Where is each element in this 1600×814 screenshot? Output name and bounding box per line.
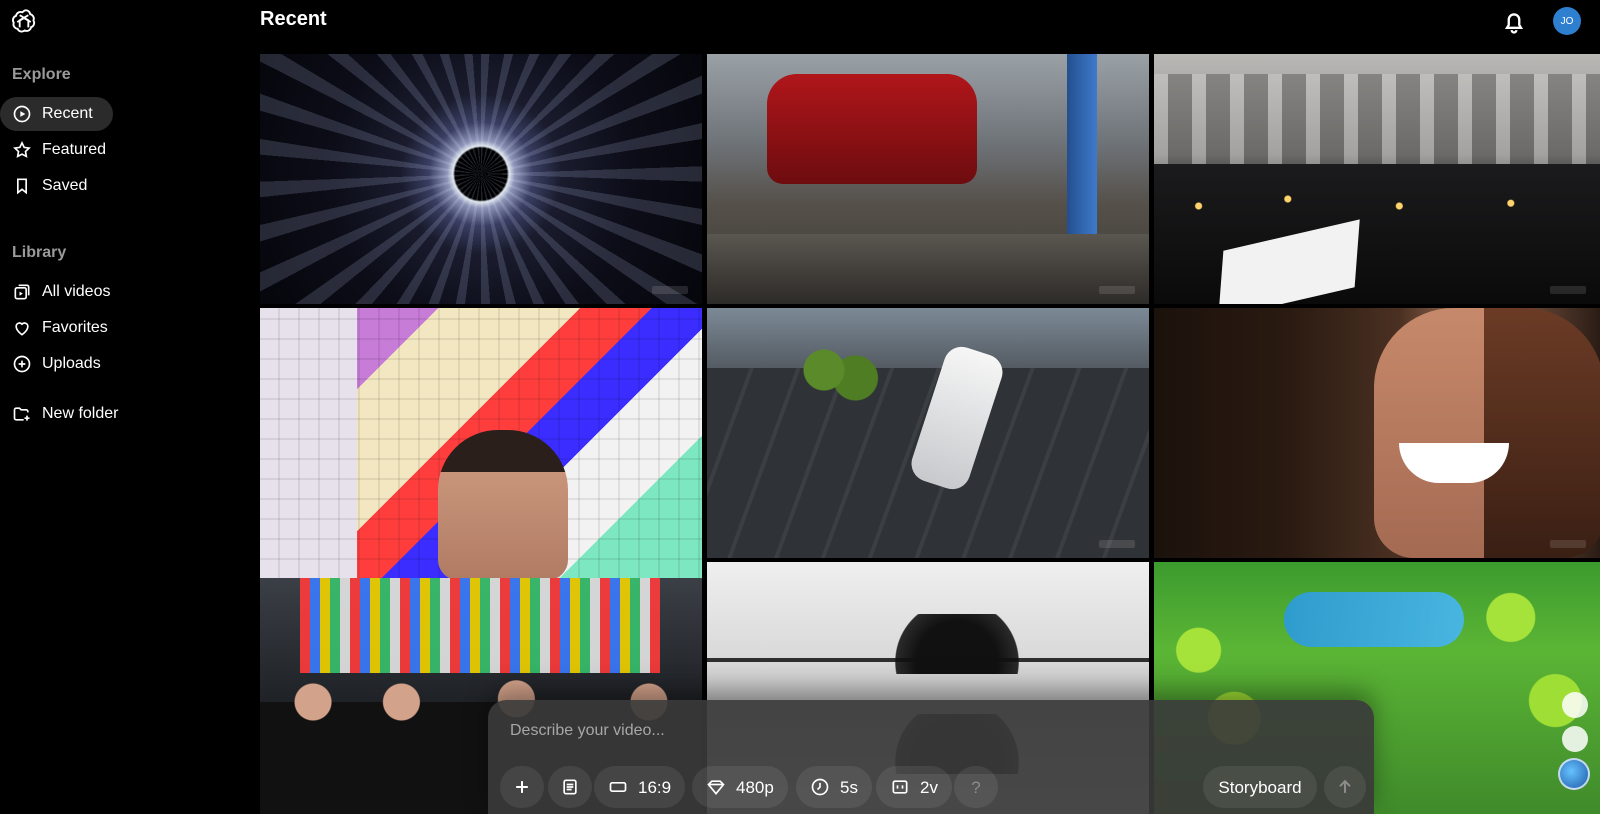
avatar-initials: JO — [1560, 15, 1574, 27]
thumbnail-image — [767, 74, 977, 184]
sidebar-item-new-folder[interactable]: New folder — [0, 397, 140, 431]
page-title: Recent — [260, 8, 327, 30]
sidebar-item-label: Uploads — [42, 355, 101, 372]
variations-value: 2v — [920, 777, 938, 797]
thumbnail-image — [260, 54, 702, 304]
help-button[interactable]: ? — [954, 766, 998, 808]
variations-icon — [892, 780, 908, 794]
aspect-ratio-button[interactable]: 16:9 — [594, 766, 686, 808]
aspect-ratio-value: 16:9 — [638, 777, 672, 797]
play-circle-icon — [13, 105, 31, 123]
sidebar-item-label: Featured — [42, 141, 107, 158]
watermark — [1099, 286, 1135, 294]
sidebar-item-label: Saved — [42, 177, 88, 194]
sidebar-item-saved[interactable]: Saved — [0, 169, 113, 203]
watermark — [1099, 540, 1135, 548]
app-logo-icon[interactable] — [10, 8, 38, 36]
videos-stack-icon — [14, 284, 30, 300]
thumbnail-image — [438, 430, 568, 578]
video-tile-protest-crowd[interactable] — [1154, 54, 1600, 304]
resolution-button[interactable]: 480p — [692, 766, 788, 808]
resolution-value: 480p — [736, 777, 774, 797]
arrow-up-icon — [1339, 779, 1351, 793]
prompt-input[interactable] — [510, 720, 1270, 742]
thumbnail-image — [707, 234, 1149, 304]
library-section-label: Library — [12, 244, 67, 261]
thumbnail-image — [707, 658, 1149, 662]
diamond-icon — [707, 780, 725, 795]
plus-circle-icon — [13, 355, 31, 373]
prompt-composer: 16:9 480p 5s 2v ? Storyboard — [488, 700, 1374, 814]
duration-button[interactable]: 5s — [796, 766, 872, 808]
video-tile-garage-car[interactable] — [707, 54, 1149, 304]
clock-icon — [811, 778, 829, 796]
duration-value: 5s — [840, 777, 858, 797]
folder-plus-icon — [13, 407, 30, 421]
help-icon: ? — [971, 777, 981, 797]
heart-icon — [15, 322, 29, 336]
thumbnail-image — [1484, 308, 1600, 558]
variations-button[interactable]: 2v — [876, 766, 952, 808]
plus-icon — [516, 781, 528, 793]
watermark — [1550, 540, 1586, 548]
video-tile-glitch-man[interactable] — [260, 308, 702, 578]
sidebar-item-favorites[interactable]: Favorites — [0, 311, 113, 345]
watermark — [652, 286, 688, 294]
thumbnail-image — [867, 614, 1047, 674]
explore-section-label: Explore — [12, 66, 71, 83]
video-tile-smiling-woman[interactable] — [1154, 308, 1600, 558]
overlay-rabbit-icon — [1562, 726, 1588, 752]
app-window: Explore Recent Featured Saved Library Al… — [0, 0, 1600, 814]
aspect-ratio-icon — [609, 782, 627, 792]
overlay-figure-icon — [1562, 692, 1588, 718]
sidebar-item-uploads[interactable]: Uploads — [0, 347, 113, 381]
globe-icon — [1558, 758, 1590, 790]
storyboard-button[interactable]: Storyboard — [1203, 766, 1317, 808]
sidebar-item-label: Recent — [42, 105, 93, 122]
bookmark-icon — [17, 178, 27, 195]
sidebar-item-recent[interactable]: Recent — [0, 97, 113, 131]
avatar[interactable]: JO — [1553, 7, 1581, 35]
thumbnail-image — [797, 338, 887, 418]
storyboard-label: Storyboard — [1218, 777, 1302, 797]
add-media-button[interactable] — [500, 766, 544, 808]
star-icon — [13, 140, 31, 158]
sidebar-item-all-videos[interactable]: All videos — [0, 275, 113, 309]
sidebar-item-label: Favorites — [42, 319, 108, 336]
sidebar-item-featured[interactable]: Featured — [0, 133, 113, 167]
submit-prompt-button[interactable] — [1324, 766, 1366, 808]
watermark — [1550, 286, 1586, 294]
video-tile-black-hole[interactable] — [260, 54, 702, 304]
document-list-icon — [563, 779, 577, 795]
notifications-bell-icon[interactable] — [1500, 8, 1528, 36]
sidebar-item-label: New folder — [42, 405, 119, 422]
sidebar-item-label: All videos — [42, 283, 111, 300]
presets-button[interactable] — [548, 766, 592, 808]
video-tile-train-highway[interactable] — [707, 308, 1149, 558]
